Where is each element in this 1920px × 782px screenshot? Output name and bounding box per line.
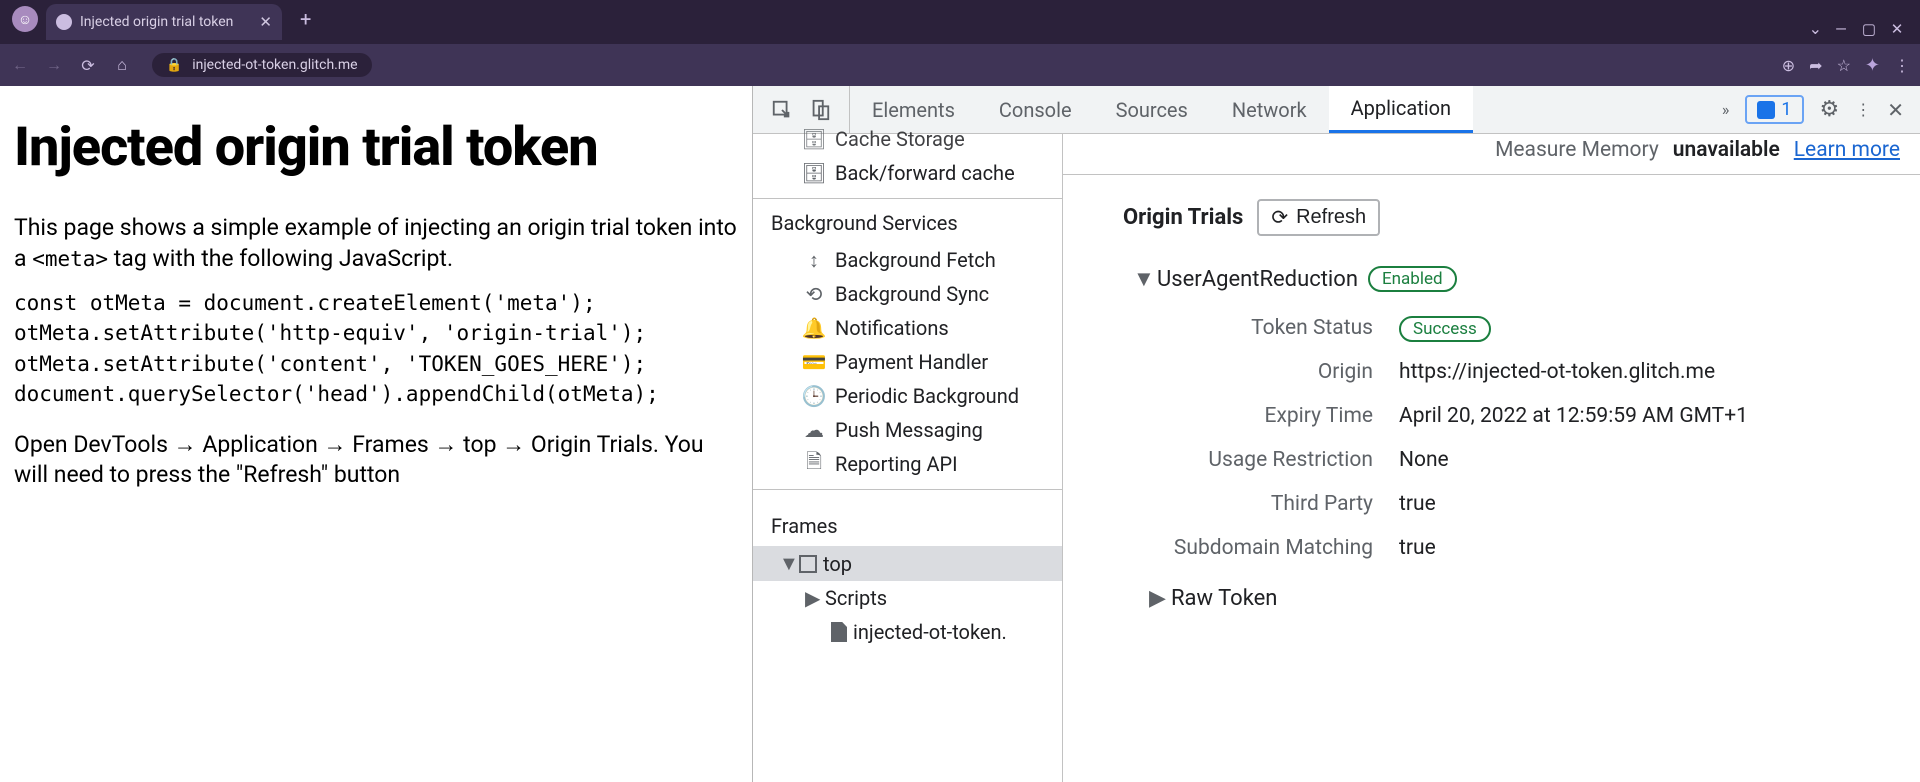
tabs-chevron-icon[interactable]: ⌄ xyxy=(1809,19,1822,38)
page-paragraph-1: This page shows a simple example of inje… xyxy=(14,213,738,274)
page-content: Injected origin trial token This page sh… xyxy=(0,86,752,782)
tab-application[interactable]: Application xyxy=(1329,86,1473,133)
sidebar-item-reporting-api[interactable]: 🗎Reporting API xyxy=(753,447,1062,481)
label-subdomain-matching: Subdomain Matching xyxy=(1063,536,1373,560)
document-icon: 🗎 xyxy=(803,453,825,475)
label-expiry: Expiry Time xyxy=(1063,404,1373,428)
tab-sources[interactable]: Sources xyxy=(1094,86,1210,133)
address-url: injected-ot-token.glitch.me xyxy=(192,57,357,73)
tab-title: Injected origin trial token xyxy=(80,14,233,30)
sidebar-item-background-sync[interactable]: ⟲Background Sync xyxy=(753,277,1062,311)
trial-enabled-badge: Enabled xyxy=(1368,266,1457,292)
frame-top[interactable]: ▼ top xyxy=(753,546,1062,581)
clock-icon: 🕒 xyxy=(803,385,825,407)
new-tab-button[interactable]: + xyxy=(290,7,321,31)
measure-memory-value: unavailable xyxy=(1673,138,1780,162)
zoom-icon[interactable]: ⊕ xyxy=(1782,56,1795,75)
caret-down-icon[interactable]: ▼ xyxy=(1133,266,1147,292)
frame-icon xyxy=(799,555,817,573)
cloud-icon: ☁ xyxy=(803,419,825,441)
application-details: Measure Memory unavailable Learn more Or… xyxy=(1063,134,1920,782)
issues-badge[interactable]: 1 xyxy=(1745,95,1803,124)
origin-trials-heading: Origin Trials xyxy=(1123,205,1243,230)
database-icon: 🗄 xyxy=(803,162,825,184)
file-icon xyxy=(831,622,847,642)
sidebar-item-push-messaging[interactable]: ☁Push Messaging xyxy=(753,413,1062,447)
application-sidebar: 🗄 Cache Storage 🗄 Back/forward cache Bac… xyxy=(753,134,1063,782)
caret-right-icon[interactable]: ▶ xyxy=(805,586,819,610)
address-bar[interactable]: 🔒 injected-ot-token.glitch.me xyxy=(152,53,372,77)
device-toggle-icon[interactable] xyxy=(809,99,831,121)
kebab-icon[interactable]: ⋮ xyxy=(1855,100,1871,119)
browser-toolbar: ← → ⟳ ⌂ 🔒 injected-ot-token.glitch.me ⊕ … xyxy=(0,44,1920,86)
value-third-party: true xyxy=(1399,492,1920,516)
browser-titlebar: ☺ Injected origin trial token ✕ + ⌄ — ▢ … xyxy=(0,0,1920,44)
frame-scripts[interactable]: ▶ Scripts xyxy=(753,581,1062,615)
badge-token-status: Success xyxy=(1399,316,1491,342)
raw-token-label: Raw Token xyxy=(1171,586,1277,611)
sidebar-item-notifications[interactable]: 🔔Notifications xyxy=(753,311,1062,345)
label-token-status: Token Status xyxy=(1063,316,1373,340)
caret-right-icon[interactable]: ▶ xyxy=(1149,586,1163,611)
share-icon[interactable]: ➦ xyxy=(1809,56,1822,75)
origin-trial-row[interactable]: ▼ UserAgentReduction Enabled xyxy=(1063,246,1920,302)
devtools-panel: Elements Console Sources Network Applica… xyxy=(752,86,1920,782)
fetch-icon: ↕ xyxy=(803,249,825,271)
label-third-party: Third Party xyxy=(1063,492,1373,516)
lock-icon: 🔒 xyxy=(166,58,182,73)
window-minimize-icon[interactable]: — xyxy=(1832,20,1850,38)
section-frames: Frames xyxy=(753,502,1062,546)
refresh-icon: ⟳ xyxy=(1271,205,1288,230)
value-subdomain-matching: true xyxy=(1399,536,1920,560)
extensions-icon[interactable]: ✦ xyxy=(1865,55,1880,76)
settings-icon[interactable]: ⚙ xyxy=(1820,97,1840,122)
tab-favicon-icon xyxy=(56,14,72,30)
page-code-block: const otMeta = document.createElement('m… xyxy=(14,288,738,410)
section-background-services: Background Services xyxy=(753,199,1062,243)
sidebar-item-periodic-background[interactable]: 🕒Periodic Background xyxy=(753,379,1062,413)
page-paragraph-2: Open DevTools → Application → Frames → t… xyxy=(14,430,738,491)
profile-avatar-icon[interactable]: ☺ xyxy=(12,6,38,32)
caret-down-icon[interactable]: ▼ xyxy=(779,551,793,576)
value-usage-restriction: None xyxy=(1399,448,1920,472)
database-icon: 🗄 xyxy=(803,128,825,150)
measure-memory-row: Measure Memory unavailable Learn more xyxy=(1063,134,1920,175)
nav-reload-icon[interactable]: ⟳ xyxy=(78,55,98,75)
inspect-icon[interactable] xyxy=(771,99,793,121)
label-usage-restriction: Usage Restriction xyxy=(1063,448,1373,472)
value-origin: https://injected-ot-token.glitch.me xyxy=(1399,360,1920,384)
page-title: Injected origin trial token xyxy=(14,112,738,183)
sidebar-item-payment-handler[interactable]: 💳Payment Handler xyxy=(753,345,1062,379)
issues-icon xyxy=(1757,101,1775,119)
nav-back-icon[interactable]: ← xyxy=(10,55,30,75)
tab-close-icon[interactable]: ✕ xyxy=(259,13,272,31)
sidebar-item-back-forward-cache[interactable]: 🗄 Back/forward cache xyxy=(753,156,1062,190)
card-icon: 💳 xyxy=(803,351,825,373)
more-tabs-icon[interactable]: » xyxy=(1722,100,1730,119)
sidebar-item-cache-storage[interactable]: 🗄 Cache Storage xyxy=(753,122,1062,156)
issues-count: 1 xyxy=(1781,99,1791,120)
measure-memory-link[interactable]: Learn more xyxy=(1794,138,1900,162)
bell-icon: 🔔 xyxy=(803,317,825,339)
browser-tab[interactable]: Injected origin trial token ✕ xyxy=(46,4,282,40)
sync-icon: ⟲ xyxy=(803,283,825,305)
close-devtools-icon[interactable]: ✕ xyxy=(1887,98,1904,122)
bookmark-icon[interactable]: ☆ xyxy=(1837,56,1851,75)
window-maximize-icon[interactable]: ▢ xyxy=(1860,20,1878,38)
raw-token-row[interactable]: ▶ Raw Token xyxy=(1063,560,1920,611)
value-expiry: April 20, 2022 at 12:59:59 AM GMT+1 xyxy=(1399,404,1920,428)
tab-network[interactable]: Network xyxy=(1210,86,1329,133)
refresh-button[interactable]: ⟳ Refresh xyxy=(1257,199,1380,236)
measure-memory-label: Measure Memory xyxy=(1495,138,1659,162)
label-origin: Origin xyxy=(1063,360,1373,384)
frame-file[interactable]: injected-ot-token. xyxy=(753,615,1062,649)
trial-name: UserAgentReduction xyxy=(1157,267,1358,292)
sidebar-item-background-fetch[interactable]: ↕Background Fetch xyxy=(753,243,1062,277)
menu-icon[interactable]: ⋮ xyxy=(1894,56,1910,75)
window-close-icon[interactable]: ✕ xyxy=(1888,20,1906,38)
nav-forward-icon[interactable]: → xyxy=(44,55,64,75)
nav-home-icon[interactable]: ⌂ xyxy=(112,55,132,75)
inline-code-meta: <meta> xyxy=(32,247,108,271)
